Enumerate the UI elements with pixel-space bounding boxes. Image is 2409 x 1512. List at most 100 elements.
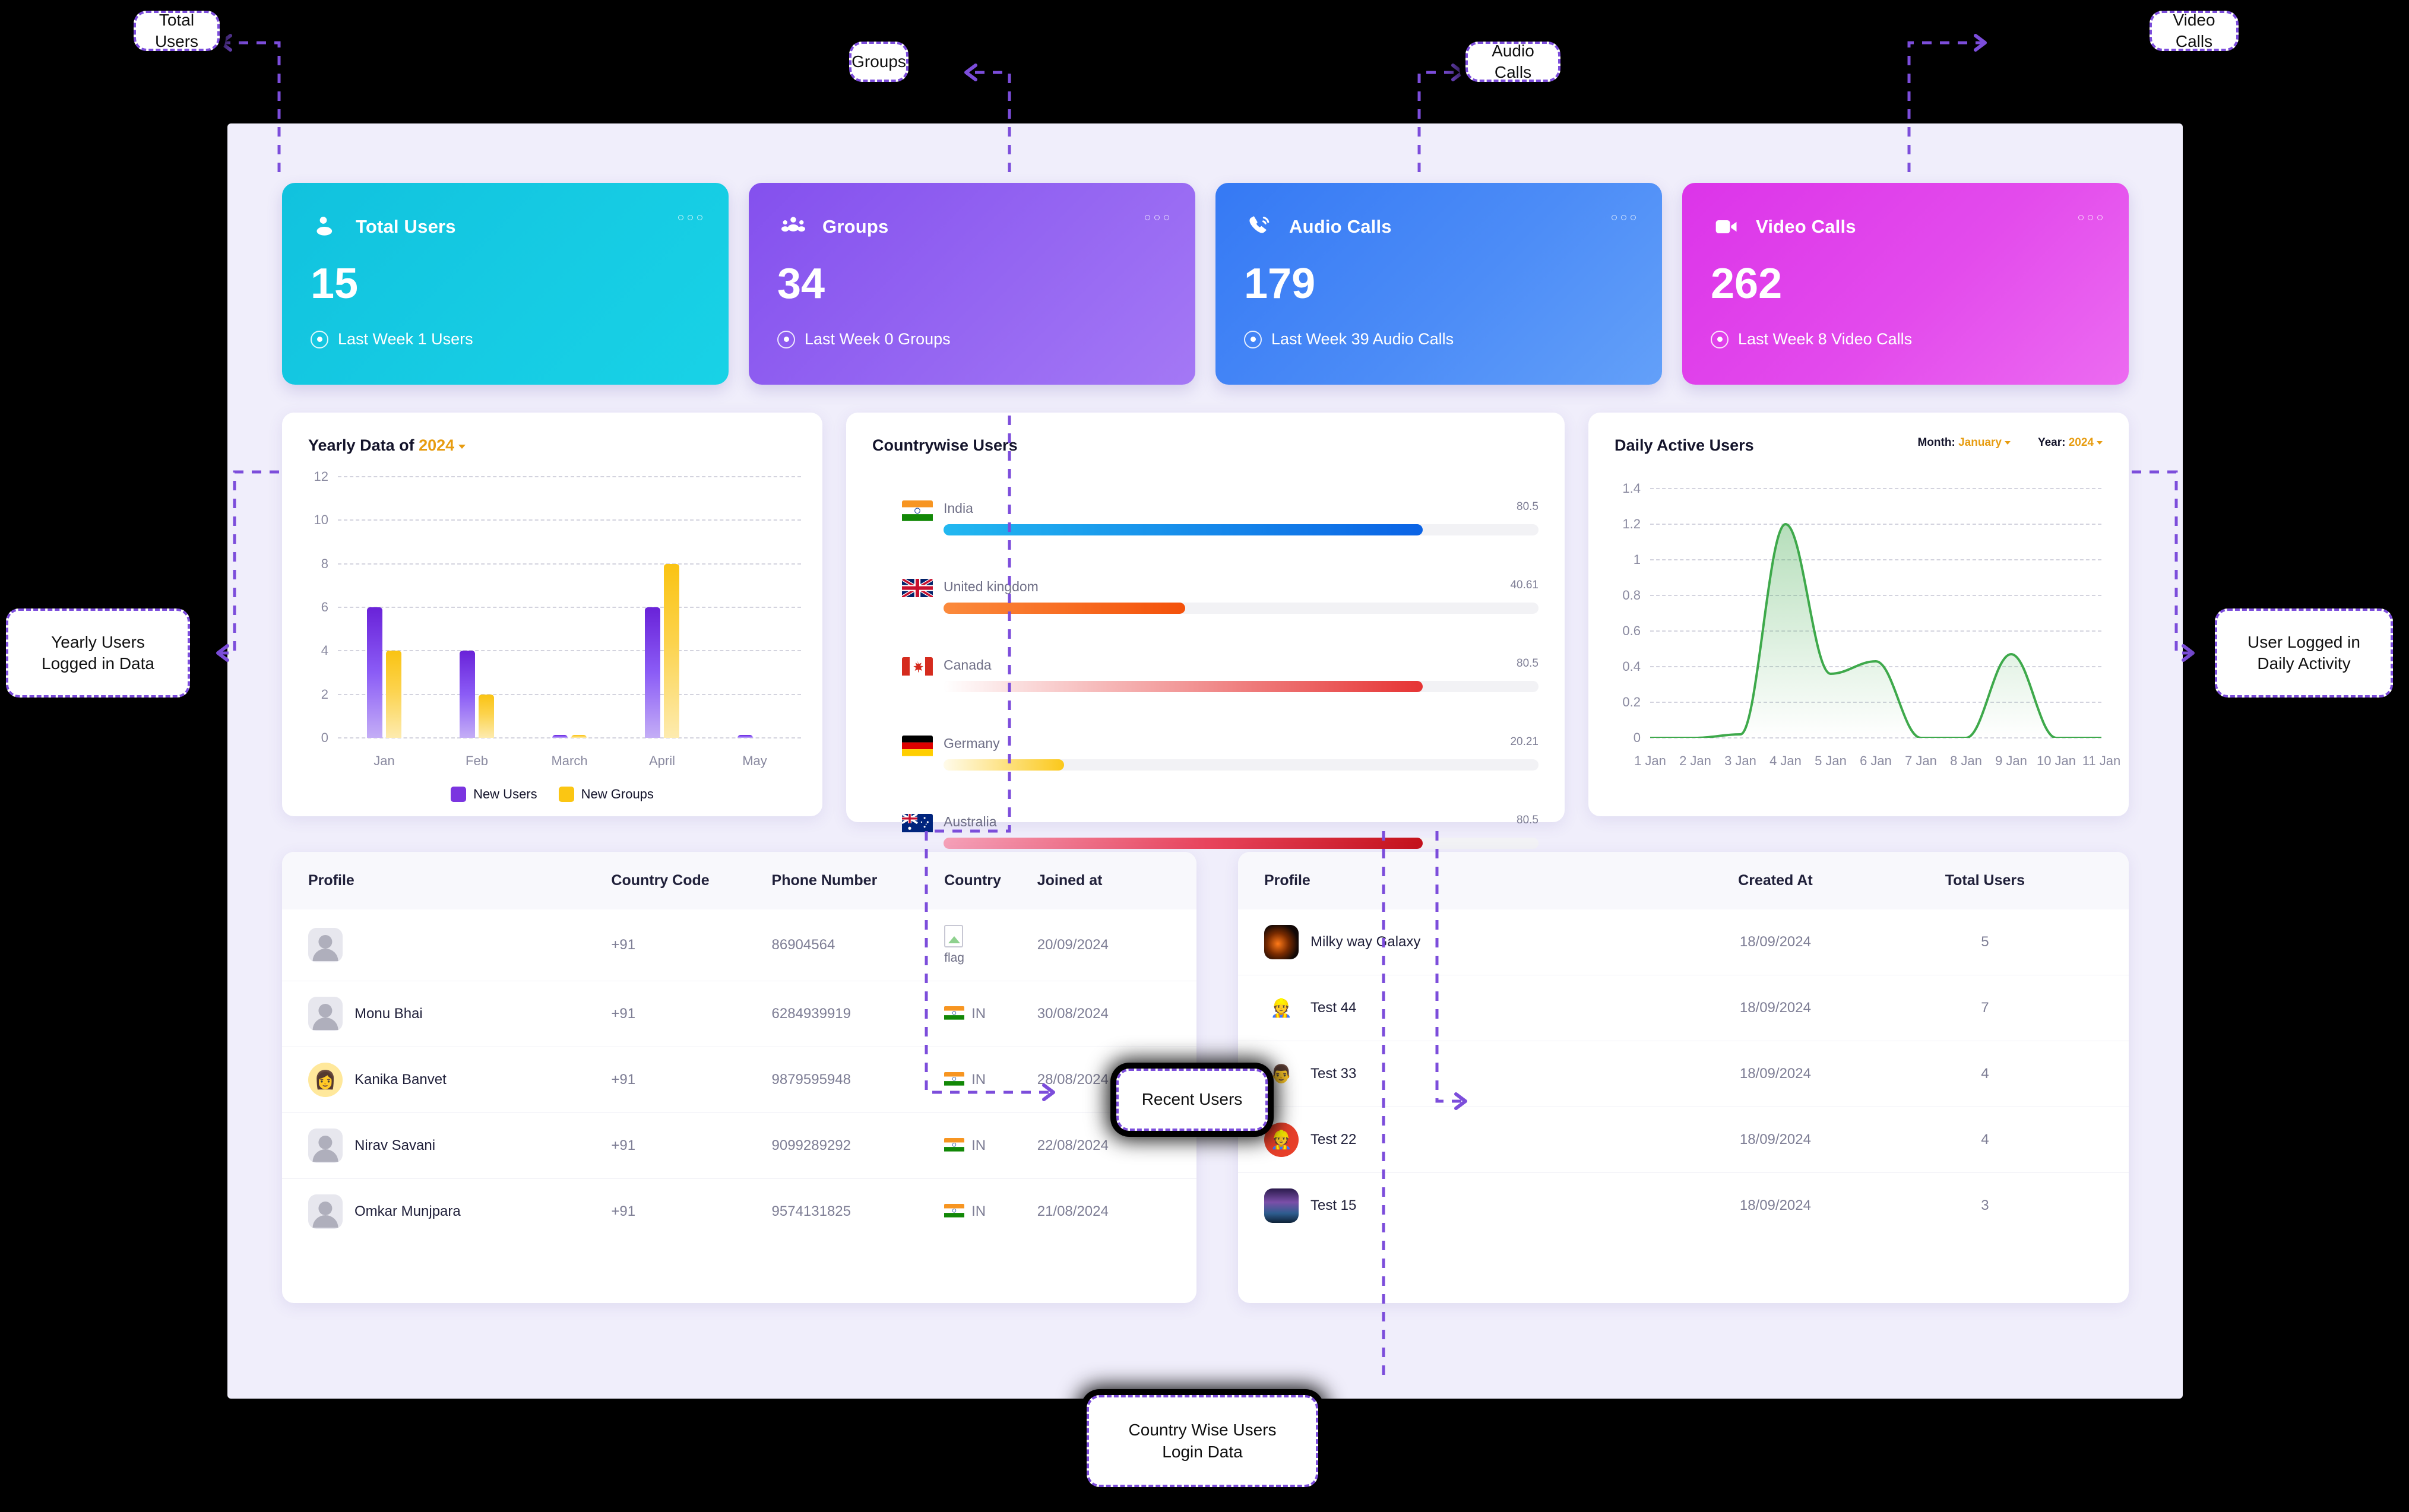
country-row: Germany 20.21 (902, 725, 1539, 803)
month-value[interactable]: January (1958, 436, 2002, 449)
dashboard-root: Total Users 15 Last Week 1 Users Groups (227, 123, 2183, 1399)
x-axis-tick: Feb (466, 753, 488, 768)
bar[interactable] (737, 735, 753, 738)
x-axis-tick: 10 Jan (2036, 753, 2076, 768)
table-row[interactable]: 👷 Test 44 18/09/2024 7 (1238, 975, 2129, 1041)
stat-title: Video Calls (1756, 216, 1856, 237)
country-row: Canada 80.5 (902, 646, 1539, 725)
flag-icon-de (902, 736, 933, 758)
column-header-phone-number: Phone Number (771, 852, 945, 909)
bar-group[interactable]: May (737, 477, 772, 768)
cell-country-code: +91 (611, 909, 772, 981)
stat-card-total-users[interactable]: Total Users 15 Last Week 1 Users (282, 183, 729, 385)
cell-country-code: +91 (611, 1203, 636, 1219)
bar-group[interactable]: Feb (460, 477, 494, 768)
stat-value: 179 (1244, 260, 1316, 308)
y-axis-tick: 0.4 (1622, 659, 1641, 674)
cell-country: IN (944, 1047, 1037, 1113)
y-axis-tick: 0.2 (1622, 695, 1641, 709)
bar-group[interactable]: April (645, 477, 679, 768)
column-header-joined-at: Joined at (1037, 852, 1196, 909)
table-row[interactable]: +91 86904564 flag 20/09/2024 (282, 909, 1196, 981)
bar[interactable] (552, 735, 568, 738)
area-chart-svg (1650, 489, 2101, 738)
bar[interactable] (664, 563, 679, 738)
table-row[interactable]: Test 15 18/09/2024 3 (1238, 1173, 2129, 1239)
country-name: Germany (944, 736, 1000, 751)
column-header-country-code: Country Code (611, 852, 772, 909)
flag-icon-gb (902, 579, 933, 601)
bar[interactable] (386, 651, 401, 738)
y-axis-tick: 12 (314, 469, 328, 484)
avatar (308, 997, 343, 1031)
y-axis-tick: 1 (1633, 552, 1641, 567)
card-menu-icon[interactable] (2078, 215, 2103, 220)
group-icon (777, 214, 809, 240)
country-list: India 80.5 United kingdom 40.61 Canada 80.5 Ge… (902, 490, 1539, 882)
bar[interactable] (645, 607, 660, 738)
bar[interactable] (571, 735, 587, 738)
month-filter[interactable]: Month: January (1917, 436, 2011, 449)
table-row[interactable]: Omkar Munjpara +91 9574131825 IN 21/08/2024 (282, 1179, 1196, 1245)
bar-group[interactable]: Jan (367, 477, 401, 768)
flag-icon-in (944, 1006, 965, 1020)
yearly-year-value[interactable]: 2024 (419, 436, 454, 454)
chevron-down-icon[interactable] (2004, 441, 2011, 445)
progress-track (944, 681, 1539, 692)
card-menu-icon[interactable] (678, 215, 702, 220)
cell-profile: Nirav Savani (282, 1112, 612, 1179)
bar-group[interactable]: March (551, 477, 588, 768)
legend-swatch (558, 787, 574, 802)
groups-table: Profile Created At Total Users Milky way G… (1238, 852, 2129, 1238)
chevron-down-icon[interactable] (458, 445, 466, 449)
card-menu-icon[interactable] (1612, 215, 1636, 220)
daily-filters: Month: January Year: 2024 (1917, 436, 2103, 449)
country-value: 80.5 (1517, 657, 1539, 670)
card-menu-icon[interactable] (1145, 215, 1169, 220)
cell-created-at: 18/09/2024 (1683, 1041, 1867, 1107)
stat-card-audio-calls[interactable]: Audio Calls 179 Last Week 39 Audio Calls (1215, 183, 1662, 385)
year-value[interactable]: 2024 (2069, 436, 2094, 449)
annotation-daily-activity: User Logged in Daily Activity (2215, 608, 2393, 698)
x-axis-tick: 3 Jan (1724, 753, 1756, 768)
chevron-down-icon[interactable] (2097, 441, 2103, 445)
cell-phone-number: 9574131825 (771, 1203, 851, 1219)
table-row[interactable]: 👩 Kanika Banvet +91 9879595948 IN 28/08/2024 (282, 1047, 1196, 1113)
panel-title-yearly: Yearly Data of 2024 (308, 436, 466, 455)
cell-profile: 👷 Test 22 (1238, 1107, 1683, 1173)
annotation-groups: Groups (849, 42, 908, 82)
x-axis-tick: 5 Jan (1815, 753, 1847, 768)
table-row[interactable]: 👷 Test 22 18/09/2024 4 (1238, 1107, 2129, 1173)
user-name: Nirav Savani (354, 1137, 436, 1153)
table-row[interactable]: Nirav Savani +91 9099289292 IN 22/08/2024 (282, 1112, 1196, 1179)
bar[interactable] (367, 607, 382, 738)
progress-fill (944, 759, 1064, 771)
stat-card-video-calls[interactable]: Video Calls 262 Last Week 8 Video Calls (1682, 183, 2129, 385)
cell-profile: Milky way Galaxy (1238, 909, 1683, 975)
column-header-created-at: Created At (1683, 852, 1867, 909)
x-axis-tick: April (648, 753, 676, 768)
country-row: India 80.5 (902, 490, 1539, 568)
table-row[interactable]: Milky way Galaxy 18/09/2024 5 (1238, 909, 2129, 975)
annotation-video-calls: Video Calls (2150, 11, 2239, 51)
panel-recent-users: Profile Country Code Phone Number Country Jo… (282, 852, 1196, 1303)
cell-profile: Test 15 (1238, 1173, 1683, 1239)
avatar: 👨 (1270, 1064, 1293, 1085)
year-filter[interactable]: Year: 2024 (2038, 436, 2103, 449)
x-axis-tick: May (742, 753, 767, 768)
country-name: India (944, 500, 973, 516)
cell-country-code: +91 (611, 1112, 772, 1179)
table-row[interactable]: Monu Bhai +91 6284939919 IN 30/08/2024 (282, 981, 1196, 1047)
cell-joined-at: 20/09/2024 (1037, 909, 1196, 981)
bar[interactable] (460, 651, 475, 738)
user-name: Omkar Munjpara (354, 1203, 461, 1219)
bar[interactable] (479, 694, 494, 738)
cell-country-code: +91 (611, 981, 772, 1047)
cell-country: IN (944, 1112, 1037, 1179)
country-code-label: IN (971, 1203, 986, 1219)
legend-swatch (451, 787, 467, 802)
stat-card-groups[interactable]: Groups 34 Last Week 0 Groups (749, 183, 1195, 385)
table-row[interactable]: 👨 Test 33 18/09/2024 4 (1238, 1041, 2129, 1107)
column-header-total-users: Total Users (1867, 852, 2129, 909)
country-value: 80.5 (1517, 500, 1539, 513)
